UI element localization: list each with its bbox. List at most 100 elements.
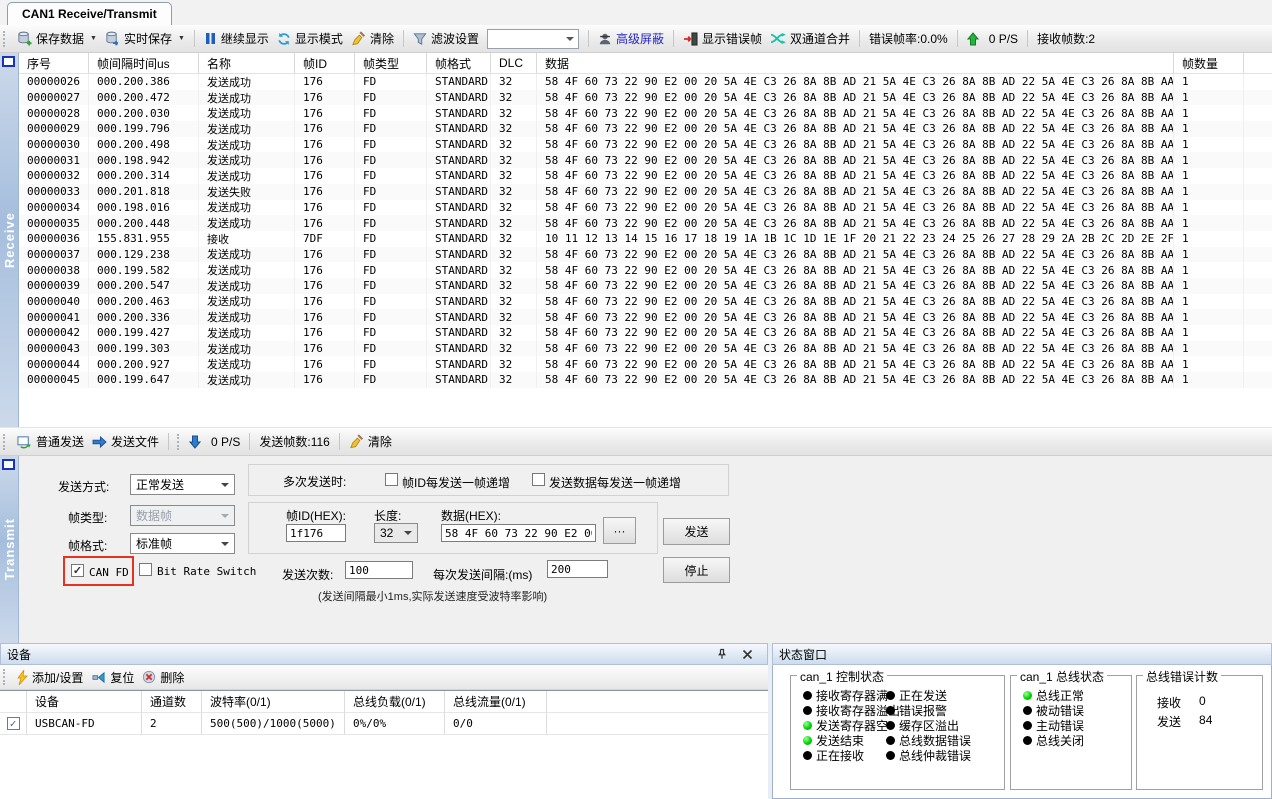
table-row[interactable]: 00000039000.200.547发送成功176FDSTANDARD3258… (19, 278, 1272, 294)
interval-input[interactable] (547, 560, 608, 578)
column-header[interactable]: 总线流量(0/1) (445, 691, 547, 713)
add-setup-button[interactable]: 添加/设置 (13, 667, 87, 688)
control-status-title: can_1 控制状态 (797, 668, 887, 685)
column-header[interactable]: 帧间隔时间us (89, 53, 199, 73)
device-table-row[interactable]: USBCAN-FD 2 500(500)/1000(5000) 0%/0% 0/… (0, 713, 768, 735)
column-header[interactable]: 通道数 (142, 691, 202, 713)
column-header[interactable]: 波特率(0/1) (202, 691, 345, 713)
column-header[interactable]: 帧数量 (1174, 53, 1244, 73)
status-item: 错误报警 (886, 703, 971, 718)
data-hex-input[interactable] (441, 524, 596, 542)
tx-clear-button[interactable]: 清除 (345, 431, 396, 452)
realtime-save-button[interactable]: 实时保存 ▼ (101, 28, 189, 49)
normal-send-button[interactable]: 普通发送 (13, 431, 88, 452)
cell: 发送成功 (199, 341, 295, 357)
column-header[interactable]: DLC (491, 53, 537, 73)
save-data-button[interactable]: 保存数据 ▼ (13, 28, 101, 49)
table-row[interactable]: 00000034000.198.016发送成功176FDSTANDARD3258… (19, 200, 1272, 216)
dual-channel-merge-button[interactable]: 双通道合并 (766, 28, 854, 49)
transmit-side-tab[interactable]: Transmit (0, 456, 19, 643)
cell: 发送成功 (199, 247, 295, 263)
table-row[interactable]: 00000027000.200.472发送成功176FDSTANDARD3258… (19, 90, 1272, 106)
error-frame-icon (683, 32, 698, 46)
toolbar-separator (859, 30, 860, 47)
table-row[interactable]: 00000026000.200.386发送成功176FDSTANDARD3258… (19, 74, 1272, 90)
restore-window-icon[interactable] (2, 56, 15, 67)
column-header[interactable]: 帧格式 (427, 53, 491, 73)
column-header[interactable]: 帧ID (295, 53, 355, 73)
column-header[interactable]: 名称 (199, 53, 295, 73)
send-button[interactable]: 发送 (663, 518, 730, 545)
pin-icon[interactable] (716, 648, 728, 660)
table-row[interactable]: 00000032000.200.314发送成功176FDSTANDARD3258… (19, 168, 1272, 184)
receive-side-tab[interactable]: Receive (0, 53, 19, 427)
display-mode-button[interactable]: 显示模式 (273, 28, 347, 49)
device-checkbox[interactable] (7, 717, 20, 730)
data-increase-checkbox[interactable] (532, 473, 545, 486)
frame-id-input[interactable] (286, 524, 346, 542)
cell: 1 (1174, 121, 1244, 137)
filter-combobox[interactable] (487, 29, 579, 49)
status-item: 总线数据错误 (886, 733, 971, 748)
cell: 58 4F 60 73 22 90 E2 00 20 5A 4E C3 26 8… (537, 294, 1174, 310)
cell: 32 (491, 247, 537, 263)
bit-rate-switch-checkbox[interactable] (139, 563, 152, 576)
cell: 000.199.303 (89, 341, 199, 357)
id-increase-checkbox[interactable] (385, 473, 398, 486)
column-header[interactable]: 数据 (537, 53, 1174, 73)
toolbar-separator (168, 433, 169, 450)
column-header[interactable]: 设备 (27, 691, 142, 713)
continue-display-button[interactable]: 继续显示 (200, 28, 273, 49)
column-header[interactable]: 序号 (19, 53, 89, 73)
toolbar-separator (588, 30, 589, 47)
table-row[interactable]: 00000033000.201.818发送失败176FDSTANDARD3258… (19, 184, 1272, 200)
toolbar-grip[interactable] (177, 434, 181, 450)
table-row[interactable]: 00000036155.831.955接收7DFFDSTANDARD3210 1… (19, 231, 1272, 247)
cell: 176 (295, 262, 355, 278)
table-row[interactable]: 00000031000.198.942发送成功176FDSTANDARD3258… (19, 152, 1272, 168)
column-header[interactable]: 总线负载(0/1) (345, 691, 445, 713)
delete-button[interactable]: 删除 (138, 667, 188, 688)
tab-can1-receive-transmit[interactable]: CAN1 Receive/Transmit (7, 2, 172, 25)
id-increase-label: 帧ID每发送一帧递增 (402, 474, 510, 491)
filter-settings-button[interactable]: 滤波设置 (409, 28, 483, 49)
table-row[interactable]: 00000035000.200.448发送成功176FDSTANDARD3258… (19, 215, 1272, 231)
send-count-input[interactable] (345, 561, 413, 579)
table-row[interactable]: 00000044000.200.927发送成功176FDSTANDARD3258… (19, 356, 1272, 372)
send-file-button[interactable]: 发送文件 (88, 431, 163, 452)
status-item: 缓存区溢出 (886, 718, 971, 733)
table-row[interactable]: 00000045000.199.647发送成功176FDSTANDARD3258… (19, 372, 1272, 388)
clear-button[interactable]: 清除 (347, 28, 398, 49)
frame-format-select[interactable]: 标准帧 (130, 533, 235, 554)
toolbar-grip[interactable] (3, 669, 7, 685)
table-row[interactable]: 00000038000.199.582发送成功176FDSTANDARD3258… (19, 262, 1272, 278)
table-row[interactable]: 00000040000.200.463发送成功176FDSTANDARD3258… (19, 294, 1272, 310)
restore-window-icon[interactable] (2, 459, 15, 470)
can-fd-checkbox[interactable] (71, 564, 84, 577)
cell: 1 (1174, 105, 1244, 121)
length-select[interactable]: 32 (374, 523, 418, 543)
reset-button[interactable]: 复位 (87, 667, 138, 688)
table-row[interactable]: 00000029000.199.796发送成功176FDSTANDARD3258… (19, 121, 1272, 137)
close-icon[interactable] (742, 649, 753, 660)
toolbar-grip[interactable] (3, 31, 7, 47)
advanced-mask-button[interactable]: 高级屏蔽 (594, 28, 668, 49)
stop-button[interactable]: 停止 (663, 557, 730, 583)
table-row[interactable]: 00000042000.199.427发送成功176FDSTANDARD3258… (19, 325, 1272, 341)
column-header[interactable]: 帧类型 (355, 53, 427, 73)
show-error-frames-button[interactable]: 显示错误帧 (679, 28, 766, 49)
cell: STANDARD (427, 184, 491, 200)
table-row[interactable]: 00000028000.200.030发送成功176FDSTANDARD3258… (19, 105, 1272, 121)
table-row[interactable]: 00000041000.200.336发送成功176FDSTANDARD3258… (19, 309, 1272, 325)
table-row[interactable]: 00000037000.129.238发送成功176FDSTANDARD3258… (19, 247, 1272, 263)
send-mode-select[interactable]: 正常发送 (130, 474, 235, 495)
cell: 000.199.582 (89, 262, 199, 278)
toolbar-grip[interactable] (3, 434, 7, 450)
cell: 176 (295, 215, 355, 231)
table-row[interactable]: 00000043000.199.303发送成功176FDSTANDARD3258… (19, 341, 1272, 357)
table-row[interactable]: 00000030000.200.498发送成功176FDSTANDARD3258… (19, 137, 1272, 153)
status-led (803, 736, 812, 745)
browse-data-button[interactable]: ··· (603, 517, 636, 544)
cell: FD (355, 90, 427, 106)
interval-label: 每次发送间隔:(ms) (433, 566, 532, 583)
